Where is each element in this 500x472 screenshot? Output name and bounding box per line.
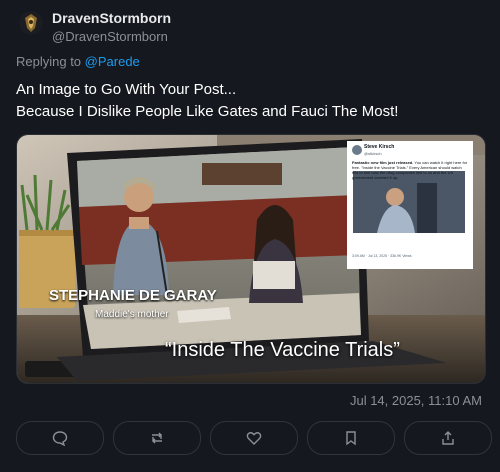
post-header: DravenStormborn @DravenStormborn (18, 8, 171, 46)
bookmark-button[interactable] (307, 421, 395, 455)
embedded-post: Steve Kirsch @stkirsch Fantastic new fil… (348, 142, 472, 268)
overlay-name: STEPHANIE DE GARAY (49, 287, 217, 304)
embedded-post-handle: @stkirsch (364, 151, 382, 156)
display-name[interactable]: DravenStormborn (52, 8, 171, 28)
replying-to: Replying to @Parede (16, 54, 140, 69)
repost-button[interactable] (113, 421, 201, 455)
action-bar (16, 421, 492, 455)
embedded-post-meta: 3:09 AM · Jul 13, 2025 · 336.9K Views (352, 254, 412, 258)
share-button[interactable] (404, 421, 492, 455)
overlay-subtitle: Maddie's mother (95, 309, 169, 320)
repost-icon (152, 432, 162, 444)
embedded-post-author: Steve Kirsch (364, 144, 395, 150)
reply-icon (52, 431, 68, 446)
replying-to-link[interactable]: @Parede (85, 54, 140, 69)
reply-button[interactable] (16, 421, 104, 455)
share-icon (442, 431, 454, 445)
post-image[interactable]: Steve Kirsch @stkirsch Fantastic new fil… (16, 134, 486, 384)
post-text: An Image to Go With Your Post... Because… (16, 79, 486, 123)
post-text-line-2: Because I Dislike People Like Gates and … (16, 103, 399, 120)
embedded-post-text: Fantastic new film just released. You ca… (352, 160, 468, 180)
media-caption: “Inside The Vaccine Trials” (165, 339, 400, 361)
post-timestamp[interactable]: Jul 14, 2025, 11:10 AM (350, 393, 482, 408)
bookmark-icon (346, 431, 356, 446)
like-icon (246, 432, 262, 445)
avatar[interactable] (18, 10, 44, 36)
post-text-line-1: An Image to Go With Your Post... (16, 81, 237, 98)
user-handle[interactable]: @DravenStormborn (52, 28, 171, 46)
like-button[interactable] (210, 421, 298, 455)
replying-to-label: Replying to (16, 54, 85, 69)
